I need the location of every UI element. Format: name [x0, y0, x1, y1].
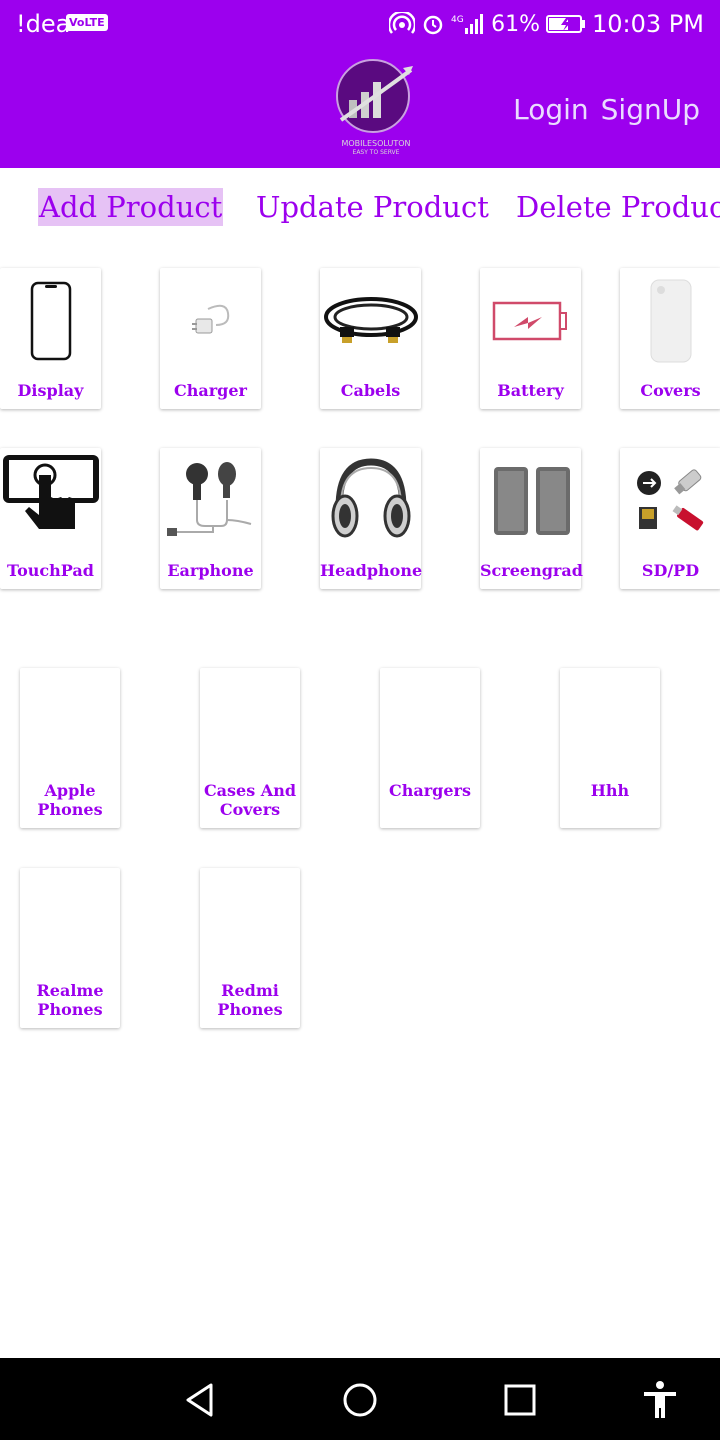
product-label: TouchPad [7, 561, 94, 580]
category-card-chargers[interactable]: Chargers [380, 668, 480, 828]
product-card-charger[interactable]: Charger [160, 268, 261, 409]
product-card-battery[interactable]: Battery [480, 268, 581, 409]
svg-text:4G: 4G [451, 15, 464, 25]
product-label: Battery [497, 381, 564, 400]
mobile-solution-logo-icon: MOBILESOLUTON EASY TO SERVE [333, 58, 419, 156]
category-label: Apple Phones [37, 781, 103, 819]
svg-text:EASY TO SERVE: EASY TO SERVE [353, 149, 400, 156]
alarm-icon [423, 15, 443, 35]
product-label: Display [17, 381, 84, 400]
battery-percent: 61% [491, 11, 541, 37]
product-label: Earphone [167, 561, 254, 580]
screen-guard-icon [480, 448, 581, 554]
carrier-name: !dea [16, 10, 71, 38]
category-label: Cases And Covers [203, 781, 297, 819]
status-icons: 4G 61% 10:03 PM [389, 10, 704, 38]
category-card-hhh[interactable]: Hhh [560, 668, 660, 828]
battery-charging-icon [546, 15, 586, 33]
tab-add-product[interactable]: Add Product [38, 188, 224, 226]
product-card-earphone[interactable]: Earphone [160, 448, 261, 589]
tab-delete-product[interactable]: Delete Product [516, 188, 720, 226]
product-label: Screengrad [480, 561, 583, 580]
product-label: Charger [174, 381, 247, 400]
signup-link[interactable]: SignUp [601, 93, 700, 126]
product-card-touchpad[interactable]: TouchPad [0, 448, 101, 589]
product-label: SD/PD [641, 561, 700, 580]
category-card-cases-and-covers[interactable]: Cases And Covers [200, 668, 300, 828]
product-card-cabels[interactable]: Cabels [320, 268, 421, 409]
phone-display-icon [0, 268, 101, 374]
accessibility-icon[interactable] [638, 1378, 682, 1422]
status-bar: !dea VoLTE 4G 61% 10:03 PM [0, 0, 720, 50]
category-label: Hhh [590, 781, 630, 800]
usb-sd-icon [620, 448, 720, 554]
recents-icon[interactable] [498, 1378, 542, 1422]
product-card-screengrad[interactable]: Screengrad [480, 448, 583, 589]
earphone-icon [160, 448, 261, 554]
clock: 10:03 PM [592, 10, 704, 38]
category-label: Redmi Phones [217, 981, 283, 1019]
category-label: Realme Phones [36, 981, 104, 1019]
product-label: Headphone [320, 561, 423, 580]
hotspot-icon [389, 12, 416, 34]
product-label: Cabels [340, 381, 401, 400]
hdmi-cable-icon [320, 268, 421, 374]
system-nav-bar [0, 1358, 720, 1440]
volte-badge: VoLTE [66, 14, 108, 31]
login-link[interactable]: Login [513, 93, 589, 126]
product-card-covers[interactable]: Covers [620, 268, 720, 409]
back-icon[interactable] [178, 1378, 222, 1422]
category-card-redmi-phones[interactable]: Redmi Phones [200, 868, 300, 1028]
category-label: Chargers [389, 781, 471, 800]
signal-icon: 4G [451, 14, 484, 34]
product-label: Covers [640, 381, 701, 400]
battery-icon [480, 268, 581, 374]
category-card-apple-phones[interactable]: Apple Phones [20, 668, 120, 828]
touch-hand-icon [0, 448, 101, 554]
product-card-sd-pd[interactable]: SD/PD [620, 448, 720, 589]
headphone-icon [320, 448, 421, 554]
svg-text:MOBILESOLUTON: MOBILESOLUTON [341, 139, 410, 148]
category-card-realme-phones[interactable]: Realme Phones [20, 868, 120, 1028]
phone-cover-icon [620, 268, 720, 374]
auth-links: Login SignUp [513, 93, 700, 126]
charger-icon [160, 268, 261, 374]
tab-update-product[interactable]: Update Product [256, 188, 489, 226]
product-actions-tabs: Add Product Update Product Delete Produc… [0, 168, 720, 250]
home-icon[interactable] [338, 1378, 382, 1422]
app-bar: !dea VoLTE 4G 61% 10:03 PM MOBILESOLUTON… [0, 0, 720, 168]
product-card-headphone[interactable]: Headphone [320, 448, 423, 589]
product-card-display[interactable]: Display [0, 268, 101, 409]
